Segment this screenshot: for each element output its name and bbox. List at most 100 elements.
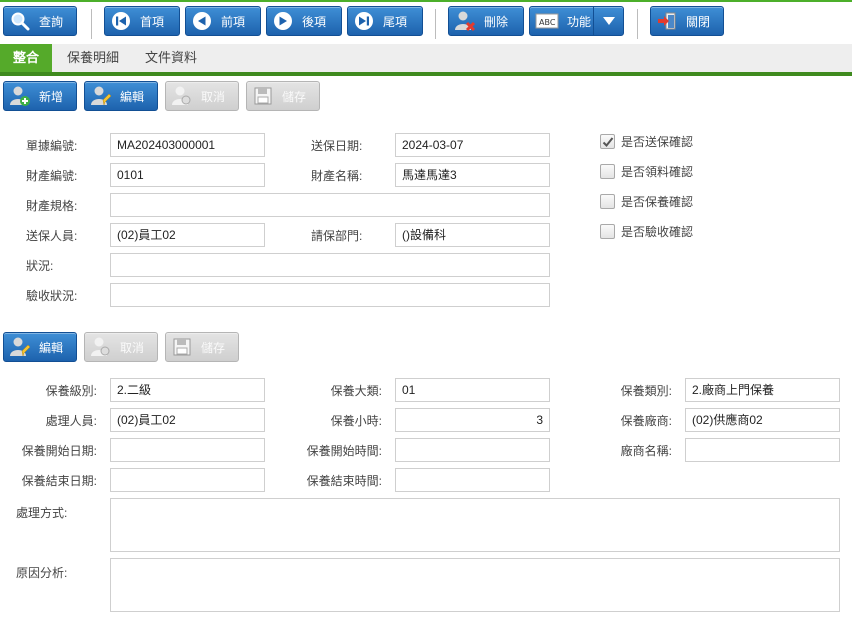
start-time-field[interactable] (395, 438, 550, 462)
tab-bar: 整合 保養明細 文件資料 (0, 44, 852, 72)
doc-no-field[interactable]: MA202403000001 (110, 133, 265, 157)
tab-maintenance-detail[interactable]: 保養明細 (56, 44, 130, 72)
send-date-field[interactable]: 2024-03-07 (395, 133, 550, 157)
asset-spec-field[interactable] (110, 193, 550, 217)
sender-field[interactable]: (02)員工02 (110, 223, 265, 247)
asset-no-field[interactable]: 0101 (110, 163, 265, 187)
cancel-user-icon (90, 336, 112, 358)
maint-vendor-label: 保養廠商: (620, 414, 672, 428)
material-confirm-label: 是否領料確認 (621, 165, 694, 179)
asset-name-label: 財產名稱: (311, 169, 363, 183)
status-label: 狀況: (26, 259, 54, 273)
start-date-field[interactable] (110, 438, 265, 462)
toolbar-separator (637, 9, 638, 39)
maintenance-confirm-label: 是否保養確認 (621, 195, 694, 209)
status-field[interactable] (110, 253, 550, 277)
maint-hours-label: 保養小時: (330, 414, 382, 428)
function-menu-button[interactable]: ABC 功能 (529, 6, 624, 36)
maint-level-field[interactable]: 2.二級 (110, 378, 265, 402)
last-record-button[interactable]: 尾項 (347, 6, 423, 36)
acceptance-confirm-label: 是否驗收確認 (621, 225, 694, 239)
vendor-name-label: 廠商名稱: (620, 444, 672, 458)
maint-hours-field[interactable]: 3 (395, 408, 550, 432)
maint-major-field[interactable]: 01 (395, 378, 550, 402)
maint-cancel-button[interactable]: 取消 (84, 332, 158, 362)
request-dept-label: 請保部門: (311, 229, 363, 243)
spellcheck-icon-text: ABC (539, 18, 556, 27)
maint-major-label: 保養大類: (330, 384, 382, 398)
handler-field[interactable]: (02)員工02 (110, 408, 265, 432)
add-button[interactable]: 新增 (3, 81, 77, 111)
handler-label: 處理人員: (45, 414, 97, 428)
function-menu-label: 功能 (567, 14, 592, 29)
main-toolbar: 查詢 首項 前項 後項 尾項 刪除 ABC 功能 關閉 (0, 2, 852, 40)
maint-save-label: 儲存 (201, 340, 226, 355)
magnifier-icon (9, 10, 31, 32)
prev-record-button[interactable]: 前項 (185, 6, 261, 36)
start-time-label: 保養開始時間: (306, 444, 382, 458)
edit-user-icon (9, 336, 31, 358)
toolbar-separator (435, 9, 436, 39)
start-date-label: 保養開始日期: (21, 444, 97, 458)
send-confirm-checkbox[interactable] (600, 134, 615, 149)
next-record-button[interactable]: 後項 (266, 6, 342, 36)
cancel-button[interactable]: 取消 (165, 81, 239, 111)
end-time-label: 保養結束時間: (306, 474, 382, 488)
toolbar-separator (91, 9, 92, 39)
edit-user-icon (90, 85, 112, 107)
end-date-label: 保養結束日期: (21, 474, 97, 488)
first-record-button[interactable]: 首項 (104, 6, 180, 36)
asset-name-field[interactable]: 馬達馬達3 (395, 163, 550, 187)
edit-button[interactable]: 編輯 (84, 81, 158, 111)
query-button[interactable]: 查詢 (3, 6, 77, 36)
save-button[interactable]: 儲存 (246, 81, 320, 111)
add-user-icon (9, 85, 31, 107)
delete-user-icon (454, 10, 476, 32)
delete-button-label: 刪除 (484, 14, 509, 29)
previous-icon (191, 10, 213, 32)
send-date-label: 送保日期: (311, 139, 363, 153)
spellcheck-icon: ABC (535, 10, 559, 32)
doc-no-label: 單據編號: (26, 139, 78, 153)
add-button-label: 新增 (39, 89, 64, 104)
cause-textarea[interactable] (110, 558, 840, 612)
maint-vendor-field[interactable]: (02)供應商02 (685, 408, 840, 432)
maint-type-field[interactable]: 2.廠商上門保養 (685, 378, 840, 402)
method-textarea[interactable] (110, 498, 840, 552)
asset-spec-label: 財產規格: (26, 199, 78, 213)
cancel-button-label: 取消 (201, 89, 226, 104)
maint-cancel-label: 取消 (120, 340, 145, 355)
acceptance-confirm-checkbox[interactable] (600, 224, 615, 239)
material-confirm-checkbox[interactable] (600, 164, 615, 179)
tab-integrated[interactable]: 整合 (0, 44, 52, 72)
vendor-name-field[interactable] (685, 438, 840, 462)
next-record-label: 後項 (302, 14, 327, 29)
delete-button[interactable]: 刪除 (448, 6, 524, 36)
next-icon (272, 10, 294, 32)
end-date-field[interactable] (110, 468, 265, 492)
prev-record-label: 前項 (221, 14, 246, 29)
last-record-label: 尾項 (383, 14, 408, 29)
accept-status-field[interactable] (110, 283, 550, 307)
end-time-field[interactable] (395, 468, 550, 492)
maintenance-confirm-checkbox[interactable] (600, 194, 615, 209)
skip-last-icon (353, 10, 375, 32)
query-button-label: 查詢 (39, 14, 64, 29)
request-dept-field[interactable]: ()設備科 (395, 223, 550, 247)
exit-door-icon (656, 10, 678, 32)
asset-no-label: 財產編號: (26, 169, 78, 183)
tab-underline (0, 72, 852, 76)
maint-level-label: 保養級別: (45, 384, 97, 398)
maint-save-button[interactable]: 儲存 (165, 332, 239, 362)
close-button[interactable]: 關閉 (650, 6, 724, 36)
send-confirm-label: 是否送保確認 (621, 135, 694, 149)
check-icon (602, 136, 613, 147)
sender-label: 送保人員: (26, 229, 78, 243)
skip-first-icon (110, 10, 132, 32)
tab-documents[interactable]: 文件資料 (134, 44, 208, 72)
chevron-down-icon[interactable] (593, 7, 623, 35)
first-record-label: 首項 (140, 14, 165, 29)
maint-edit-button[interactable]: 編輯 (3, 332, 77, 362)
floppy-disk-icon (171, 336, 193, 358)
close-button-label: 關閉 (686, 14, 711, 29)
